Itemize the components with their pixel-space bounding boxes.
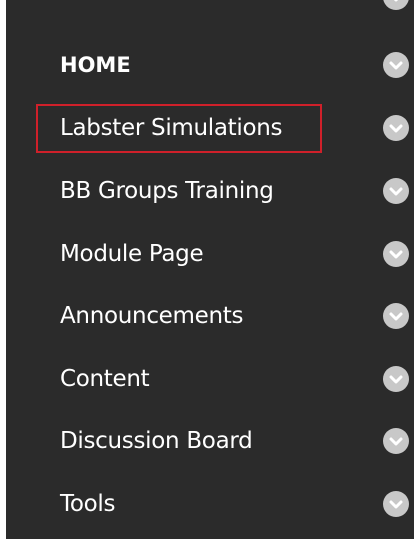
highlight-box	[36, 104, 322, 153]
menu-item-label: Content	[60, 366, 150, 392]
menu-item-label: HOME	[60, 53, 131, 77]
chevron-down-icon[interactable]	[383, 366, 409, 392]
menu-item-module-page[interactable]: Module Page	[6, 229, 414, 279]
chevron-down-icon[interactable]	[383, 52, 409, 78]
menu-item-home[interactable]: HOME	[6, 40, 414, 90]
menu-item-label: Module Page	[60, 241, 204, 267]
chevron-down-icon[interactable]	[383, 303, 409, 329]
menu-item-tools[interactable]: Tools	[6, 479, 414, 529]
menu-item-announcements[interactable]: Announcements	[6, 291, 414, 341]
menu-item-label: BB Groups Training	[60, 178, 274, 204]
menu-item-label: Discussion Board	[60, 428, 253, 454]
chevron-down-icon[interactable]	[383, 115, 409, 141]
menu-item-label: Tools	[60, 491, 116, 517]
menu-item-discussion-board[interactable]: Discussion Board	[6, 416, 414, 466]
course-menu-sidebar: HOME Labster Simulations BB Groups Train…	[6, 0, 414, 539]
menu-item-bb-groups-training[interactable]: BB Groups Training	[6, 166, 414, 216]
course-menu: HOME Labster Simulations BB Groups Train…	[6, 0, 414, 539]
chevron-down-icon[interactable]	[383, 178, 409, 204]
chevron-down-icon[interactable]	[383, 241, 409, 267]
menu-item-label: Announcements	[60, 303, 244, 329]
menu-item-content[interactable]: Content	[6, 354, 414, 404]
chevron-down-icon[interactable]	[383, 491, 409, 517]
chevron-down-icon[interactable]	[383, 428, 409, 454]
